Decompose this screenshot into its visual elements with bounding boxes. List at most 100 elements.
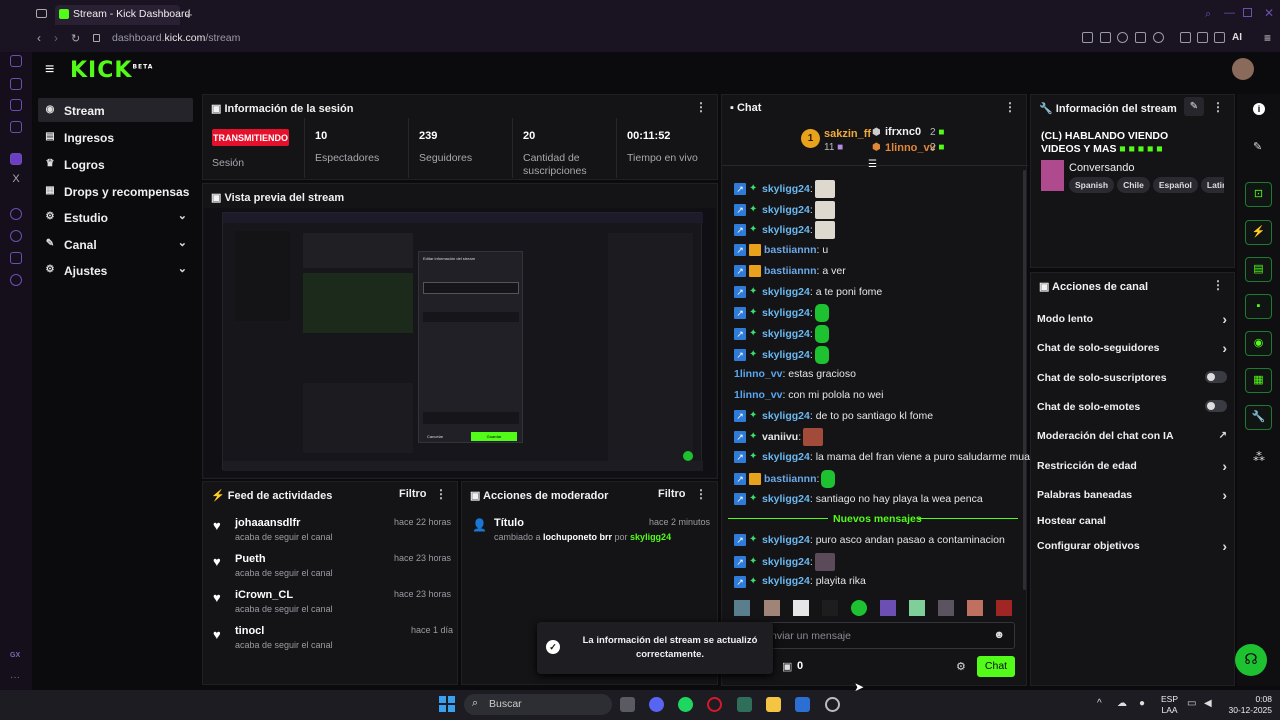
play-icon[interactable]: [1135, 32, 1146, 43]
sidebar-app-icon[interactable]: [10, 78, 22, 90]
chat-username[interactable]: skyligg24: [762, 493, 810, 505]
send-chat-button[interactable]: Chat: [977, 656, 1015, 677]
rail-broadcast-button[interactable]: ◉: [1245, 331, 1272, 356]
url-field[interactable]: dashboard.kick.com/stream: [112, 32, 240, 44]
emote-icon[interactable]: [734, 600, 750, 616]
edit-icon[interactable]: ✎: [1184, 97, 1204, 116]
chat-username[interactable]: skyligg24: [762, 183, 810, 195]
sidebar-item-ingresos[interactable]: ▤ Ingresos: [38, 125, 193, 149]
chat-username[interactable]: skyligg24: [762, 203, 810, 215]
chat-username[interactable]: skyligg24: [762, 555, 810, 567]
sidebar-app-icon[interactable]: [10, 121, 22, 133]
chat-username[interactable]: skyligg24: [762, 224, 810, 236]
rail-screenshot-button[interactable]: ⊡: [1245, 182, 1272, 207]
kick-logo[interactable]: KICKBETA: [70, 58, 153, 83]
sidebar-item-canal[interactable]: ✎ Canal ⌄: [38, 232, 193, 256]
leaderboard-third-user[interactable]: 1linno_vv: [885, 142, 936, 154]
network-icon[interactable]: ▭: [1187, 698, 1196, 709]
rail-chat-button[interactable]: ▪: [1245, 294, 1272, 319]
cloud-icon[interactable]: ☁: [1117, 698, 1127, 709]
emote-icon[interactable]: [764, 600, 780, 616]
sidebar-item-estudio[interactable]: ⚙ Estudio ⌄: [38, 205, 193, 229]
discord-icon[interactable]: [649, 697, 664, 712]
toggle-switch[interactable]: [1205, 371, 1227, 383]
chat-username[interactable]: 1linno_vv: [734, 389, 782, 401]
channel-action-item[interactable]: Palabras baneadas ›: [1037, 487, 1227, 503]
new-tab-icon[interactable]: +: [185, 7, 193, 22]
rail-doc-button[interactable]: ▤: [1245, 257, 1272, 282]
channel-action-item[interactable]: Modo lento ›: [1037, 311, 1227, 327]
search-icon[interactable]: ⌕: [1205, 8, 1211, 21]
reload-icon[interactable]: ↻: [71, 32, 80, 45]
tray-chevron-icon[interactable]: ^: [1097, 698, 1102, 709]
mod-action-moderator[interactable]: skyligg24: [630, 532, 671, 542]
info-icon[interactable]: i: [1253, 103, 1265, 115]
widgets-icon[interactable]: ⁂: [1253, 450, 1265, 464]
emote-icon[interactable]: [909, 600, 925, 616]
close-icon[interactable]: ✕: [1264, 6, 1274, 20]
chat-scrollbar[interactable]: [1023, 170, 1026, 590]
file-explorer-icon[interactable]: [766, 697, 781, 712]
chat-username[interactable]: 1linno_vv: [734, 368, 782, 380]
snapshot-icon[interactable]: [1100, 32, 1111, 43]
emote-icon[interactable]: [880, 600, 896, 616]
shield-icon[interactable]: [1117, 32, 1128, 43]
emoji-icon[interactable]: ☻: [993, 629, 1005, 641]
chat-username[interactable]: vaniivu: [762, 431, 798, 443]
maximize-icon[interactable]: [1243, 8, 1252, 17]
store-icon[interactable]: ▣: [782, 660, 792, 673]
chat-username[interactable]: skyligg24: [762, 410, 810, 422]
sidebar-item-drops[interactable]: ▦ Drops y recompensas: [38, 179, 193, 203]
forward-icon[interactable]: ›: [54, 31, 58, 45]
download-icon[interactable]: [1214, 32, 1225, 43]
kebab-menu-icon[interactable]: ⋮: [435, 487, 447, 501]
volume-icon[interactable]: ◀: [1204, 698, 1212, 709]
taskbar-search[interactable]: ⌕ Buscar: [464, 694, 612, 715]
chat-username[interactable]: skyligg24: [762, 451, 810, 463]
activity-user[interactable]: iCrown_CL: [235, 589, 293, 601]
channel-action-item[interactable]: Hostear canal: [1037, 515, 1227, 527]
emote-icon[interactable]: [793, 600, 809, 616]
spotify-icon[interactable]: [678, 697, 693, 712]
emote-icon[interactable]: [938, 600, 954, 616]
clock[interactable]: 0:08 30-12-2025: [1224, 694, 1272, 716]
browser-menu-icon[interactable]: ≡: [1264, 31, 1271, 45]
sidebar-item-ajustes[interactable]: ⚙ Ajustes ⌄: [38, 258, 193, 282]
chat-username[interactable]: skyligg24: [762, 534, 810, 546]
chat-username[interactable]: skyligg24: [762, 286, 810, 298]
channel-action-item[interactable]: Chat de solo-emotes: [1037, 400, 1227, 413]
extensions-icon[interactable]: [10, 252, 22, 264]
task-view-icon[interactable]: [620, 697, 635, 712]
x-icon[interactable]: X: [10, 174, 22, 187]
kebab-menu-icon[interactable]: ⋮: [1212, 278, 1224, 292]
channel-action-item[interactable]: Restricción de edad ›: [1037, 458, 1227, 474]
activity-user[interactable]: tinocl: [235, 625, 264, 637]
history-icon[interactable]: [10, 230, 22, 242]
support-headset-icon[interactable]: ☊: [1235, 644, 1267, 676]
chat-username[interactable]: bastiiannn: [764, 473, 817, 485]
channel-action-item[interactable]: Moderación del chat con IA ↗: [1037, 430, 1227, 442]
settings-icon[interactable]: [10, 274, 22, 286]
app-icon[interactable]: [737, 697, 752, 712]
heart-icon[interactable]: [1153, 32, 1164, 43]
category-name[interactable]: Conversando: [1069, 162, 1134, 174]
more-icon[interactable]: ···: [10, 672, 20, 683]
mic-icon[interactable]: ●: [1139, 698, 1145, 709]
sidebar-item-logros[interactable]: ♛ Logros: [38, 152, 193, 176]
kebab-menu-icon[interactable]: ⋮: [1004, 100, 1016, 114]
leaderboard-first-user[interactable]: sakzin_ff: [824, 128, 871, 140]
minimize-icon[interactable]: —: [1224, 7, 1235, 19]
windows-start-icon[interactable]: [439, 696, 455, 712]
emote-icon[interactable]: [851, 600, 867, 616]
rail-wrench-button[interactable]: 🔧: [1245, 405, 1272, 430]
opera-gx-icon[interactable]: [707, 697, 722, 712]
chat-username[interactable]: skyligg24: [762, 348, 810, 360]
rail-layout-button[interactable]: ▦: [1245, 368, 1272, 393]
channel-action-item[interactable]: Chat de solo-suscriptores: [1037, 371, 1227, 384]
tab-stream[interactable]: Stream - Kick Dashboard: [55, 5, 190, 25]
hamburger-menu-icon[interactable]: ≡: [45, 61, 54, 79]
chat-username[interactable]: bastiiannn: [764, 265, 817, 277]
extensions-icon[interactable]: [1180, 32, 1191, 43]
activity-user[interactable]: johaaansdlfr: [235, 517, 300, 529]
player-icon[interactable]: [10, 208, 22, 220]
